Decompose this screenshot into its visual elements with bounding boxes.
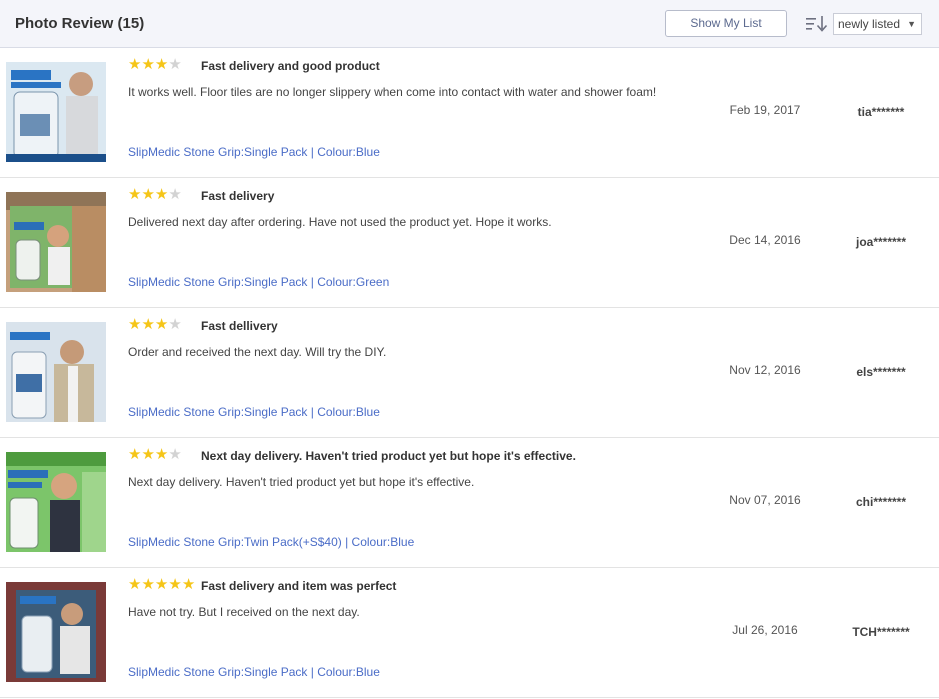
review-photo[interactable] xyxy=(6,452,106,552)
review-item: ★★★★ Fast dellivery Order and received t… xyxy=(0,308,939,438)
star-icon: ★ xyxy=(141,316,155,333)
review-date: Nov 07, 2016 xyxy=(729,493,801,507)
star-icon: ★ xyxy=(128,56,142,73)
rating-stars: ★★★★ xyxy=(128,56,182,73)
star-icon: ★ xyxy=(154,186,169,203)
review-item: ★★★★ Fast delivery Delivered next day af… xyxy=(0,178,939,308)
star-icon: ★ xyxy=(154,576,169,593)
star-icon: ★ xyxy=(154,316,169,333)
star-icon: ★ xyxy=(168,576,182,593)
review-body: It works well. Floor tiles are no longer… xyxy=(128,85,657,99)
page-title: Photo Review (15) xyxy=(15,15,145,32)
review-title: Fast dellivery xyxy=(201,319,278,333)
rating-stars: ★★★★★ xyxy=(128,576,196,593)
star-icon: ★ xyxy=(141,56,155,73)
review-date: Nov 12, 2016 xyxy=(729,363,801,377)
sort-dropdown-value: newly listed xyxy=(838,17,901,31)
show-my-list-button[interactable]: Show My List xyxy=(665,10,787,37)
reviewer-name: els******* xyxy=(856,365,906,379)
reviewer-name: joa******* xyxy=(855,235,907,249)
review-variant-link[interactable]: SlipMedic Stone Grip:Single Pack | Colou… xyxy=(128,145,380,159)
rating-stars: ★★★★ xyxy=(128,446,182,463)
star-icon: ★ xyxy=(128,576,142,593)
star-empty-icon: ★ xyxy=(168,56,182,73)
review-item: ★★★★ Fast delivery and good product It w… xyxy=(0,48,939,178)
star-icon: ★ xyxy=(141,576,155,593)
review-body: Order and received the next day. Will tr… xyxy=(128,345,387,359)
star-icon: ★ xyxy=(128,446,142,463)
review-body: Next day delivery. Haven't tried product… xyxy=(128,475,475,489)
rating-stars: ★★★★ xyxy=(128,186,182,203)
star-empty-icon: ★ xyxy=(168,446,182,463)
review-photo[interactable] xyxy=(6,62,106,162)
sort-dropdown[interactable]: newly listed ▼ xyxy=(833,13,922,35)
star-icon: ★ xyxy=(128,186,142,203)
review-header: Photo Review (15) Show My List newly lis… xyxy=(0,0,939,48)
review-variant-link[interactable]: SlipMedic Stone Grip:Single Pack | Colou… xyxy=(128,405,380,419)
star-icon: ★ xyxy=(181,576,196,593)
review-title: Next day delivery. Haven't tried product… xyxy=(201,449,576,463)
star-empty-icon: ★ xyxy=(168,316,182,333)
review-item: ★★★★ Next day delivery. Haven't tried pr… xyxy=(0,438,939,568)
reviewer-name: tia******* xyxy=(857,105,905,119)
review-date: Feb 19, 2017 xyxy=(729,103,801,117)
review-item: ★★★★★ Fast delivery and item was perfect… xyxy=(0,568,939,698)
star-icon: ★ xyxy=(128,316,142,333)
reviewer-name: chi******* xyxy=(855,495,907,509)
reviewer-name: TCH******* xyxy=(852,625,910,639)
star-icon: ★ xyxy=(154,56,169,73)
review-variant-link[interactable]: SlipMedic Stone Grip:Twin Pack(+S$40) | … xyxy=(128,535,414,549)
star-icon: ★ xyxy=(154,446,169,463)
review-variant-link[interactable]: SlipMedic Stone Grip:Single Pack | Colou… xyxy=(128,665,380,679)
review-date: Dec 14, 2016 xyxy=(729,233,801,247)
review-body: Have not try. But I received on the next… xyxy=(128,605,360,619)
review-photo[interactable] xyxy=(6,192,106,292)
review-body: Delivered next day after ordering. Have … xyxy=(128,215,552,229)
review-photo[interactable] xyxy=(6,582,106,682)
review-variant-link[interactable]: SlipMedic Stone Grip:Single Pack | Colou… xyxy=(128,275,389,289)
review-title: Fast delivery xyxy=(201,189,275,203)
review-title: Fast delivery and item was perfect xyxy=(201,579,397,593)
star-empty-icon: ★ xyxy=(168,186,182,203)
sort-icon[interactable] xyxy=(806,15,828,33)
star-icon: ★ xyxy=(141,446,155,463)
review-photo[interactable] xyxy=(6,322,106,422)
chevron-down-icon: ▼ xyxy=(907,19,916,29)
star-icon: ★ xyxy=(141,186,155,203)
review-date: Jul 26, 2016 xyxy=(732,623,798,637)
rating-stars: ★★★★ xyxy=(128,316,182,333)
review-title: Fast delivery and good product xyxy=(201,59,380,73)
